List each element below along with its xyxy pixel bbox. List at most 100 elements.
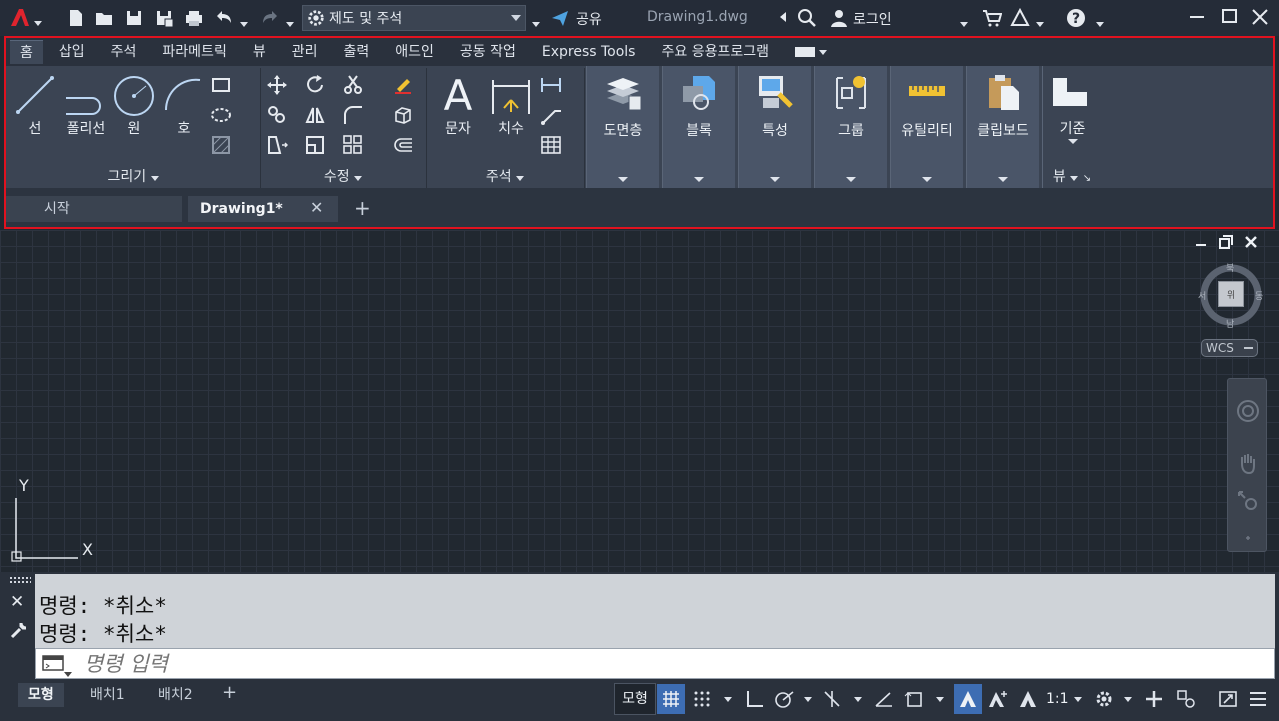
plus-icon[interactable] (1140, 684, 1168, 714)
viewcube[interactable]: 위 북 남 서 동 (1198, 262, 1264, 330)
text-button-label[interactable]: 문자 (434, 118, 482, 138)
table-icon[interactable] (540, 134, 562, 156)
stretch-icon[interactable] (266, 134, 288, 156)
orbit-icon[interactable] (1236, 524, 1260, 548)
customization-menu-icon[interactable] (1244, 684, 1272, 714)
trim-icon[interactable] (342, 74, 364, 96)
save-as-icon[interactable] (154, 8, 174, 28)
dimension-button-label[interactable]: 치수 (486, 118, 536, 138)
linear-dimension-icon[interactable] (540, 74, 562, 96)
utilities-panel[interactable]: 유틸리티 (890, 66, 963, 188)
tab-express-tools[interactable]: Express Tools (532, 40, 646, 64)
tab-manage[interactable]: 관리 (282, 40, 328, 64)
array-icon[interactable] (342, 134, 364, 156)
tab-featured-apps[interactable]: 주요 응용프로그램 (651, 40, 779, 64)
snap-mode-icon[interactable] (688, 684, 716, 714)
ellipse-icon[interactable] (210, 104, 232, 126)
new-file-icon[interactable] (66, 8, 86, 28)
explode-icon[interactable] (392, 104, 414, 126)
save-icon[interactable] (124, 8, 144, 28)
annotation-scale-icon[interactable] (1014, 684, 1042, 714)
user-icon[interactable] (829, 8, 849, 28)
tab-view[interactable]: 뷰 (243, 40, 276, 64)
login-dropdown-icon[interactable] (960, 15, 968, 31)
model-space-button[interactable]: 모형 (614, 683, 656, 715)
layout-tab-model[interactable]: 모형 (18, 683, 64, 707)
maximize-icon[interactable] (1222, 9, 1237, 23)
snap-dropdown-icon[interactable] (714, 684, 742, 714)
isolate-objects-icon[interactable] (1172, 684, 1200, 714)
minimize-icon[interactable] (1190, 16, 1204, 18)
a360-dropdown-icon[interactable] (1036, 15, 1044, 31)
pan-icon[interactable] (1236, 451, 1260, 475)
line-icon[interactable] (14, 74, 56, 116)
drawing-canvas[interactable]: 위 북 남 서 동 WCS Y X (0, 230, 1279, 572)
autodesk-a360-icon[interactable] (1010, 8, 1030, 28)
redo-dropdown-icon[interactable] (286, 15, 294, 31)
tab-collaborate[interactable]: 공동 작업 (450, 40, 526, 64)
help-icon[interactable]: ? (1066, 8, 1086, 28)
view-panel-title[interactable]: 뷰 ↘ (1042, 166, 1102, 188)
viewport-minimize-icon[interactable] (1193, 232, 1209, 248)
recent-commands-dropdown-icon[interactable] (64, 662, 72, 681)
tab-close-icon[interactable]: ✕ (310, 198, 323, 217)
layout-tab-layout1[interactable]: 배치1 (80, 683, 135, 707)
arc-icon[interactable] (162, 74, 206, 116)
command-prompt-icon[interactable] (42, 655, 64, 671)
annotation-panel-title[interactable]: 주석 (426, 166, 584, 188)
help-dropdown-icon[interactable] (1096, 15, 1104, 31)
circle-icon[interactable] (112, 74, 156, 118)
offset-icon[interactable] (392, 134, 414, 156)
share-label[interactable]: 공유 (576, 9, 602, 29)
annotation-visibility-icon[interactable] (954, 684, 982, 714)
rectangle-icon[interactable] (210, 74, 232, 96)
tab-start[interactable]: 시작 (6, 196, 182, 222)
wrench-icon[interactable] (9, 620, 29, 640)
line-button-label[interactable]: 선 (14, 118, 56, 138)
object-snap-dropdown-icon[interactable] (926, 684, 954, 714)
tab-output[interactable]: 출력 (333, 40, 379, 64)
share-icon[interactable] (550, 8, 570, 28)
dimension-icon[interactable] (490, 74, 532, 116)
scale-icon[interactable] (304, 134, 326, 156)
auto-scale-icon[interactable] (984, 684, 1012, 714)
open-file-icon[interactable] (94, 8, 114, 28)
leader-icon[interactable] (540, 104, 562, 126)
search-icon[interactable] (797, 8, 817, 28)
erase-icon[interactable] (392, 74, 414, 96)
ortho-mode-icon[interactable] (740, 684, 768, 714)
polyline-button-label[interactable]: 폴리선 (58, 118, 114, 138)
object-snap-tracking-icon[interactable] (870, 684, 898, 714)
workspace-dropdown-icon[interactable] (1114, 684, 1142, 714)
polyline-icon[interactable] (62, 74, 108, 116)
grip-icon[interactable] (9, 576, 31, 584)
scale-dropdown-icon[interactable] (1064, 684, 1092, 714)
group-panel[interactable]: 그룹 (814, 66, 887, 188)
new-tab-icon[interactable]: + (354, 196, 371, 220)
chevron-left-icon[interactable] (780, 12, 786, 22)
block-panel[interactable]: 블록 (662, 66, 735, 188)
login-label[interactable]: 로그인 (853, 9, 892, 29)
steering-wheel-icon[interactable] (1236, 399, 1260, 423)
object-snap-icon[interactable] (900, 684, 928, 714)
customize-quick-access-icon[interactable] (532, 15, 540, 31)
fillet-icon[interactable] (342, 104, 364, 126)
tab-parametric[interactable]: 파라메트릭 (152, 40, 236, 64)
wcs-menu[interactable]: WCS (1201, 339, 1258, 357)
workspace-selector[interactable]: 제도 및 주석 (302, 5, 526, 31)
viewport-restore-icon[interactable] (1218, 234, 1234, 250)
viewport-close-icon[interactable] (1243, 234, 1259, 250)
mirror-icon[interactable] (304, 104, 326, 126)
layout-tab-layout2[interactable]: 배치2 (148, 683, 203, 707)
app-logo-icon[interactable] (8, 6, 32, 34)
add-layout-icon[interactable]: + (222, 682, 237, 703)
undo-icon[interactable] (214, 8, 234, 28)
close-icon[interactable] (1250, 7, 1270, 27)
modify-panel-title[interactable]: 수정 (260, 166, 426, 188)
properties-panel[interactable]: 특성 (738, 66, 811, 188)
arc-button-label[interactable]: 호 (162, 118, 206, 138)
layers-panel[interactable]: 도면층 (586, 66, 659, 188)
tab-annotate[interactable]: 주석 (101, 40, 147, 64)
clipboard-panel[interactable]: 클립보드 (966, 66, 1039, 188)
copy-icon[interactable] (266, 104, 288, 126)
